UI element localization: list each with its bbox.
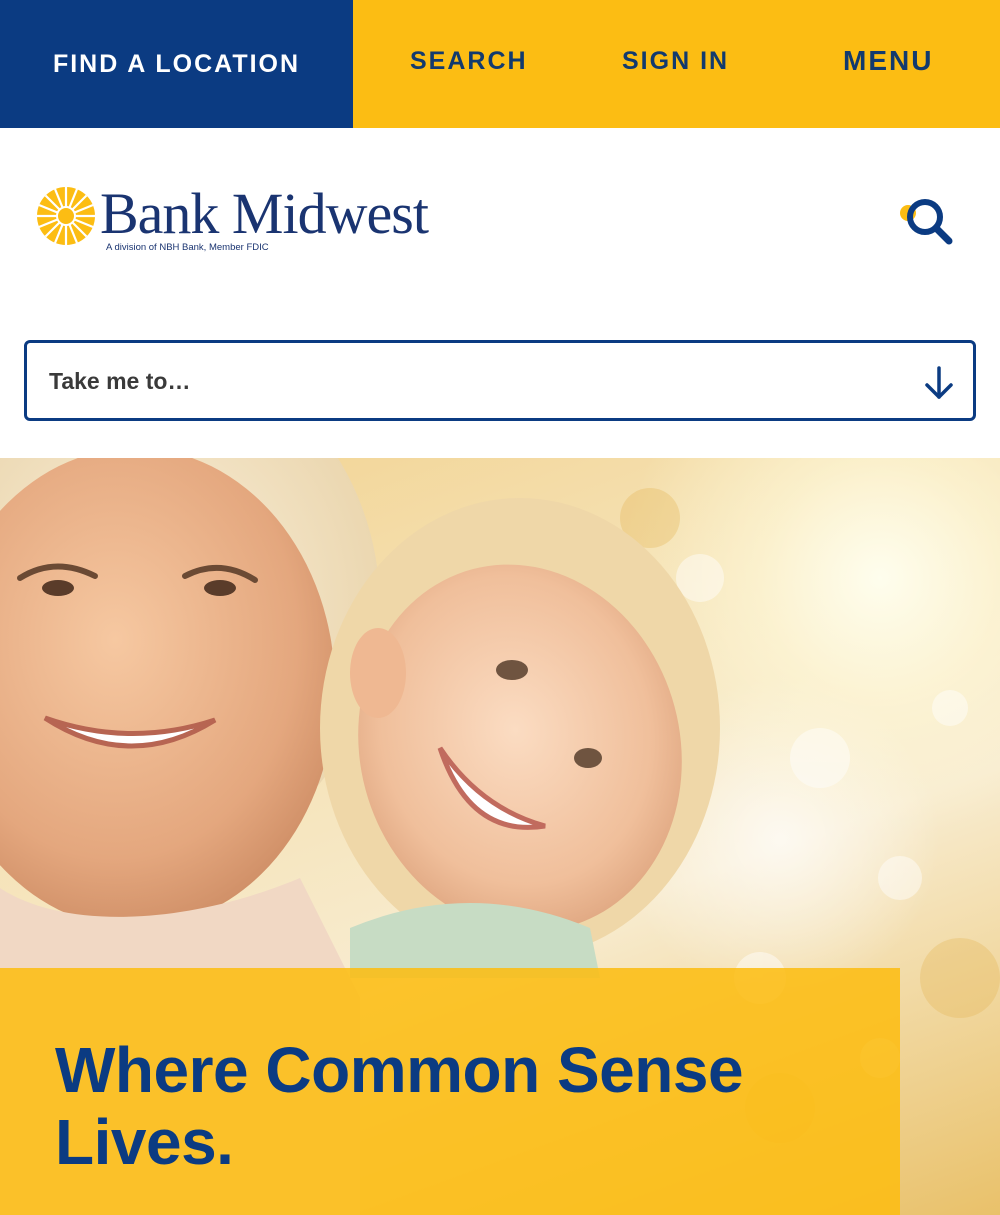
top-nav-yellow-section: SEARCH SIGN IN MENU — [353, 0, 1000, 128]
hero-headline-box: Where Common Sense Lives. — [0, 968, 900, 1215]
top-nav-bar: FIND A LOCATION SEARCH SIGN IN MENU — [0, 0, 1000, 128]
take-me-to-label: Take me to… — [49, 368, 191, 394]
logo-wordmark: Bank Midwest — [100, 181, 429, 246]
hero-headline: Where Common Sense Lives. — [55, 1034, 744, 1178]
search-icon — [900, 199, 953, 245]
find-location-button[interactable]: FIND A LOCATION — [0, 0, 353, 128]
find-location-label: FIND A LOCATION — [52, 49, 301, 78]
bank-midwest-logo[interactable]: Bank Midwest A division of NBH Bank, Mem… — [36, 181, 456, 258]
arrow-down-icon — [925, 366, 953, 399]
sunburst-logo-icon — [37, 187, 95, 245]
take-me-to-dropdown[interactable]: Take me to… — [24, 340, 976, 421]
search-button[interactable] — [893, 193, 957, 249]
search-link[interactable]: SEARCH — [410, 47, 528, 76]
logo-tagline: A division of NBH Bank, Member FDIC — [106, 242, 269, 253]
menu-button[interactable]: MENU — [843, 45, 933, 77]
sign-in-link[interactable]: SIGN IN — [622, 47, 729, 76]
hero-banner: Where Common Sense Lives. — [0, 458, 1000, 1215]
